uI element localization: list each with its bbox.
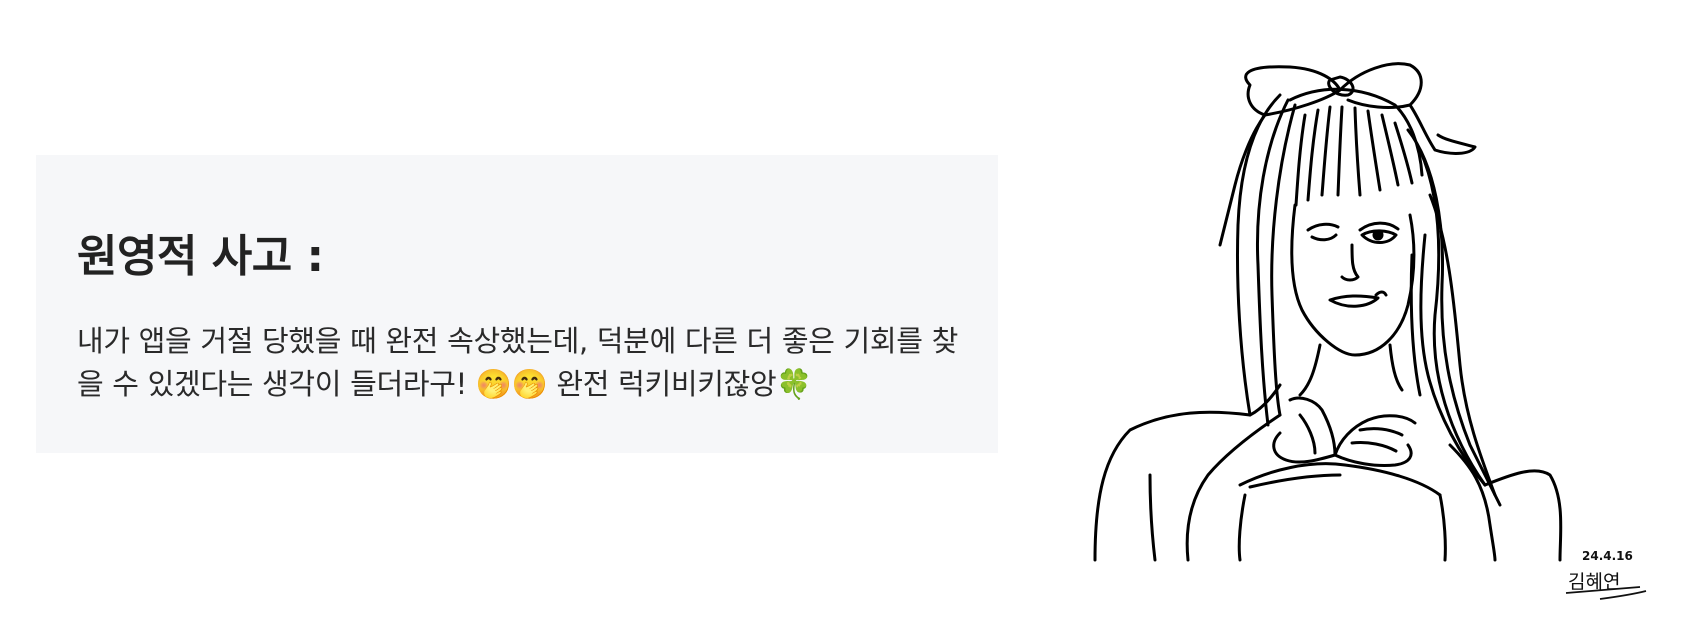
quote-card: 원영적 사고 : 내가 앱을 거절 당했을 때 완전 속상했는데, 덕분에 다른… [36,155,998,453]
quote-body: 내가 앱을 거절 당했을 때 완전 속상했는데, 덕분에 다른 더 좋은 기회를… [77,323,958,401]
quote-title: 원영적 사고 : [77,231,324,282]
line-drawing-illustration [1090,55,1650,615]
signature-underline [1565,586,1647,600]
artist-signature: 24.4.16 김혜연 [1560,545,1650,605]
